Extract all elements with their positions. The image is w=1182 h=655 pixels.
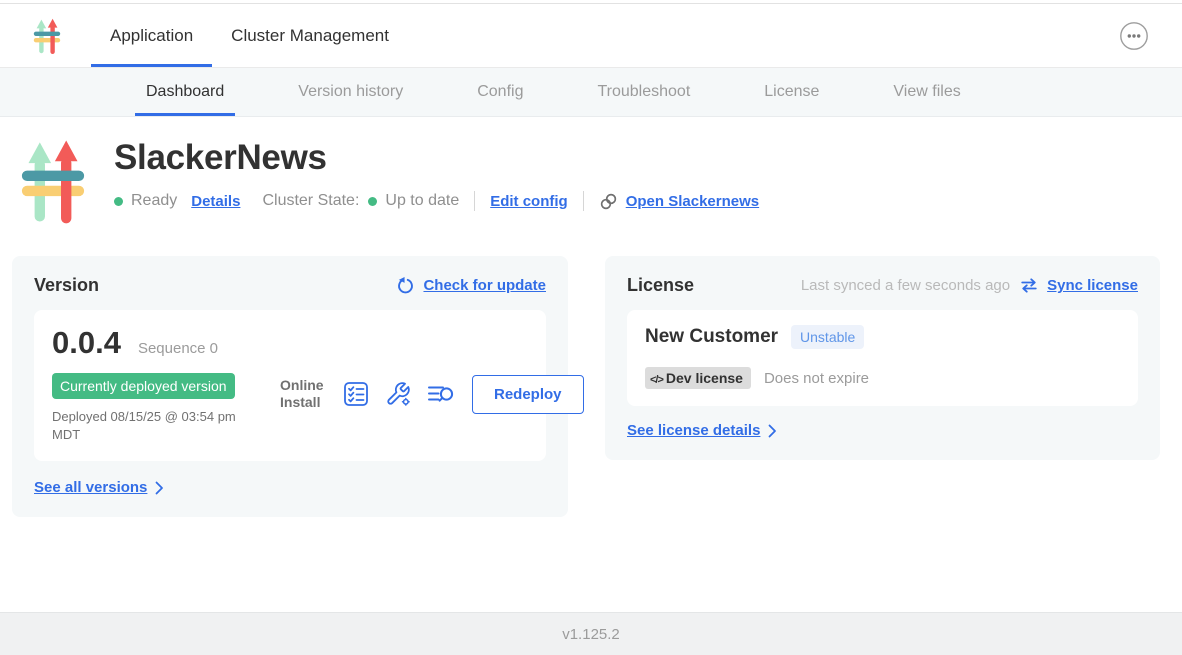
chevron-right-icon — [155, 481, 164, 495]
check-for-update-link[interactable]: Check for update — [396, 276, 546, 295]
install-type-label: Online Install — [280, 377, 326, 412]
sync-license-label: Sync license — [1047, 277, 1138, 294]
version-card: Version Check for update 0.0.4 Sequence … — [12, 256, 568, 517]
status-divider — [583, 191, 584, 211]
tab-view-files-label: View files — [893, 83, 960, 101]
chevron-right-icon — [768, 424, 777, 438]
license-type-label: Dev license — [666, 370, 743, 386]
topbar-spacer — [408, 4, 1118, 67]
preflight-checks-icon[interactable] — [343, 381, 369, 407]
tab-application[interactable]: Application — [91, 4, 212, 67]
deployed-timestamp: Deployed 08/15/25 @ 03:54 pm MDT — [52, 408, 264, 444]
tab-license[interactable]: License — [753, 68, 830, 116]
view-logs-icon[interactable] — [427, 382, 455, 407]
tab-version-history-label: Version history — [298, 83, 403, 101]
refresh-icon — [396, 276, 415, 295]
tab-view-files[interactable]: View files — [882, 68, 971, 116]
tab-version-history[interactable]: Version history — [287, 68, 414, 116]
app-hero: SlackerNews Ready Details Cluster State:… — [20, 134, 1182, 228]
tab-dashboard[interactable]: Dashboard — [135, 68, 235, 116]
chain-link-icon — [599, 192, 618, 211]
top-tabs: Application Cluster Management — [91, 4, 408, 67]
status-details-link[interactable]: Details — [191, 193, 240, 210]
open-app-link[interactable]: Open Slackernews — [599, 192, 759, 211]
tab-cluster-management-label: Cluster Management — [231, 26, 389, 46]
dashboard-content: SlackerNews Ready Details Cluster State:… — [0, 117, 1182, 612]
edit-config-link[interactable]: Edit config — [490, 193, 568, 210]
ellipsis-circle-icon — [1119, 39, 1149, 54]
deployed-version-badge: Currently deployed version — [52, 373, 235, 399]
customer-name: New Customer — [645, 326, 778, 348]
cluster-state-label: Cluster State: — [262, 192, 359, 210]
sync-arrows-icon — [1019, 277, 1039, 294]
app-status-row: Ready Details Cluster State: Up to date … — [114, 191, 759, 211]
tab-cluster-management[interactable]: Cluster Management — [212, 4, 408, 67]
version-number: 0.0.4 — [52, 325, 121, 361]
app-status-text: Ready — [131, 192, 177, 210]
code-icon — [650, 370, 663, 386]
console-footer: v1.125.2 — [0, 612, 1182, 655]
slackernews-logo-icon — [33, 17, 61, 55]
tab-application-label: Application — [110, 26, 193, 46]
check-for-update-label: Check for update — [423, 277, 546, 294]
version-sequence: Sequence 0 — [138, 340, 218, 357]
app-status-dot — [114, 197, 123, 206]
channel-badge: Unstable — [791, 325, 864, 349]
tab-license-label: License — [764, 83, 819, 101]
see-license-details-label: See license details — [627, 422, 760, 439]
see-all-versions-label: See all versions — [34, 479, 147, 496]
tab-config-label: Config — [477, 83, 523, 101]
app-logo-icon — [20, 134, 86, 228]
dashboard-cards: Version Check for update 0.0.4 Sequence … — [0, 228, 1182, 517]
last-synced-text: Last synced a few seconds ago — [801, 277, 1010, 294]
console-version: v1.125.2 — [562, 626, 620, 643]
top-navigation-bar: Application Cluster Management — [0, 4, 1182, 68]
license-panel: New Customer Unstable Dev license Does n… — [627, 310, 1138, 406]
see-license-details-link[interactable]: See license details — [627, 422, 777, 439]
tab-troubleshoot-label: Troubleshoot — [597, 83, 690, 101]
sync-license-link[interactable]: Sync license — [1019, 277, 1138, 294]
license-card: License Last synced a few seconds ago Sy… — [605, 256, 1160, 460]
version-card-title: Version — [34, 275, 99, 296]
redeploy-button[interactable]: Redeploy — [472, 375, 584, 414]
cluster-state-dot — [368, 197, 377, 206]
tab-dashboard-label: Dashboard — [146, 83, 224, 101]
page-title: SlackerNews — [114, 138, 759, 178]
tab-troubleshoot[interactable]: Troubleshoot — [586, 68, 701, 116]
wrench-gear-icon[interactable] — [385, 381, 411, 407]
tab-config[interactable]: Config — [466, 68, 534, 116]
see-all-versions-link[interactable]: See all versions — [34, 479, 164, 496]
license-type-tag: Dev license — [645, 367, 751, 389]
status-divider — [474, 191, 475, 211]
license-expiration: Does not expire — [764, 370, 869, 387]
open-app-link-label: Open Slackernews — [626, 193, 759, 210]
overflow-menu-button[interactable] — [1118, 20, 1150, 52]
license-card-title: License — [627, 275, 694, 296]
app-sub-navigation: Dashboard Version history Config Trouble… — [0, 68, 1182, 117]
cluster-state-value: Up to date — [385, 192, 459, 210]
current-version-panel: 0.0.4 Sequence 0 Currently deployed vers… — [34, 310, 546, 461]
